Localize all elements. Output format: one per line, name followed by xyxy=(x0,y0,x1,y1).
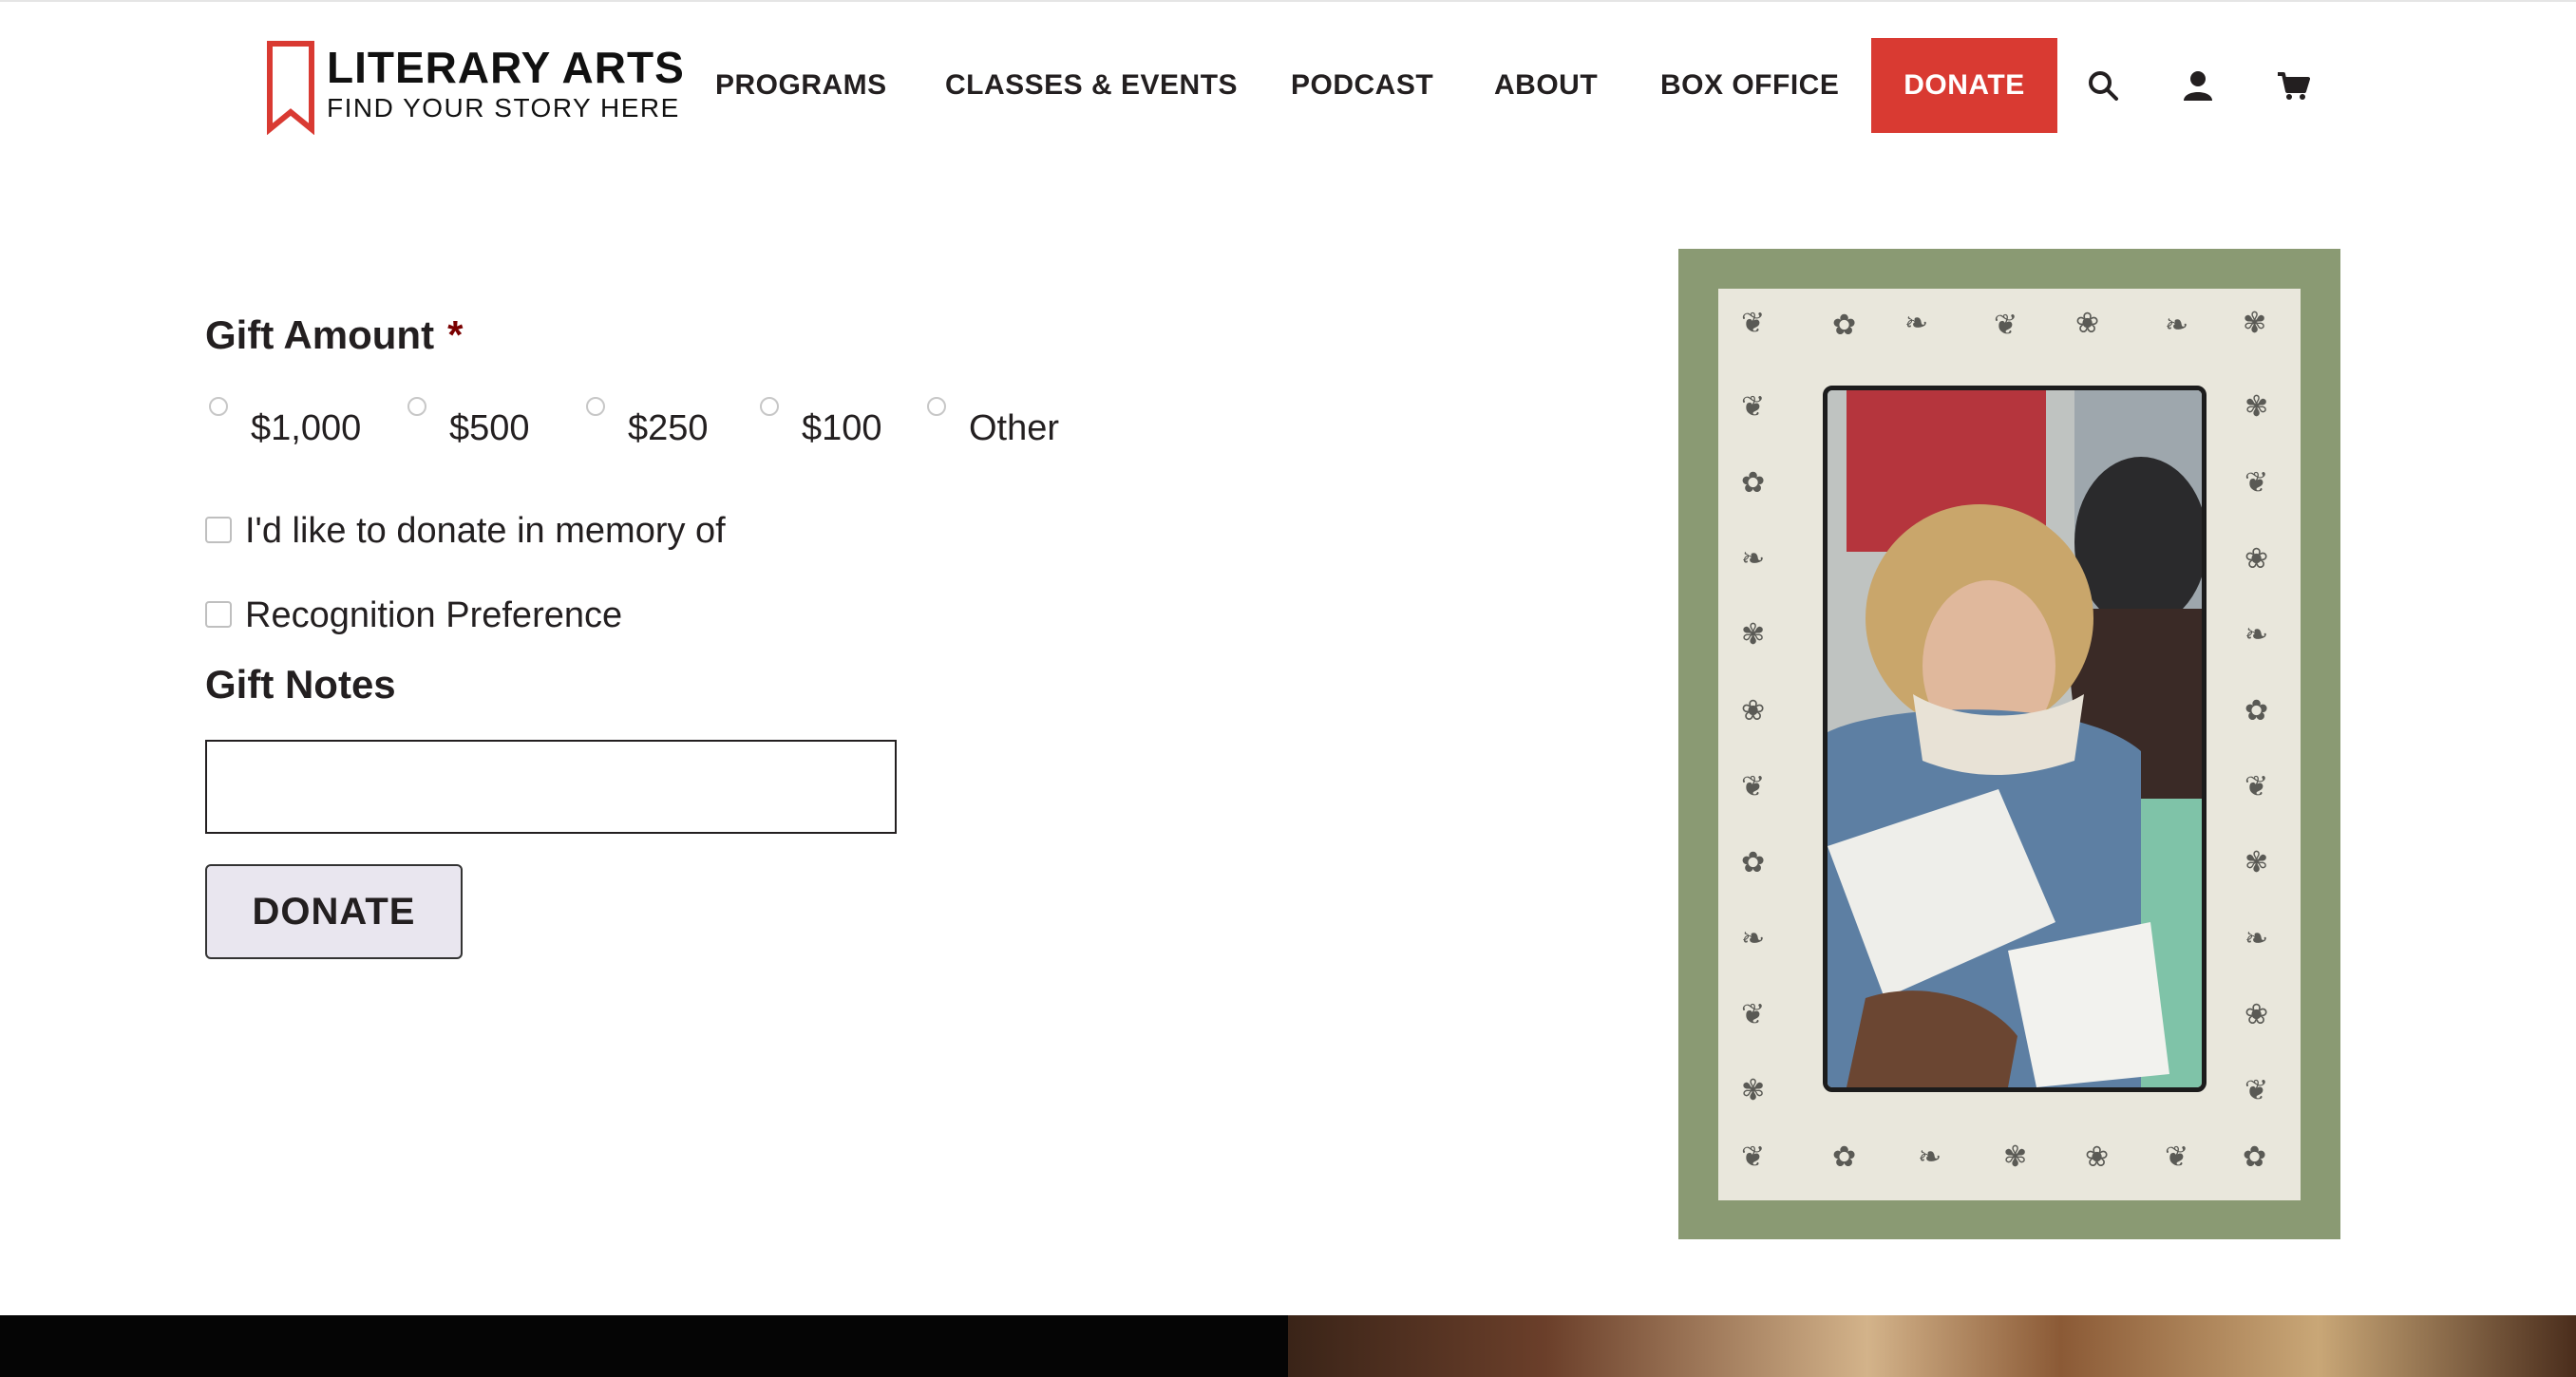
radio-button[interactable] xyxy=(927,397,946,416)
nav-podcast[interactable]: PODCAST xyxy=(1291,68,1433,103)
leaf-icon: ✾ xyxy=(1741,618,1766,651)
radio-button[interactable] xyxy=(209,397,228,416)
leaf-icon: ❦ xyxy=(1994,309,2018,342)
amount-option-label: $500 xyxy=(449,408,530,448)
leaf-icon: ✿ xyxy=(1741,846,1766,879)
leaf-icon: ✾ xyxy=(2243,307,2267,340)
leaf-icon: ❀ xyxy=(1741,694,1766,727)
logo-tagline: FIND YOUR STORY HERE xyxy=(327,93,680,123)
donate-submit-button[interactable]: DONATE xyxy=(205,864,463,959)
leaf-icon: ❦ xyxy=(2245,466,2269,500)
account-icon[interactable] xyxy=(2181,68,2215,103)
leaf-icon: ❀ xyxy=(2245,998,2269,1031)
leaf-icon: ❦ xyxy=(1741,390,1766,424)
radio-button[interactable] xyxy=(407,397,426,416)
leaf-icon: ❧ xyxy=(1918,1141,1942,1174)
memory-checkbox-label: I'd like to donate in memory of xyxy=(245,511,726,551)
radio-button[interactable] xyxy=(760,397,779,416)
leaf-icon: ❧ xyxy=(2165,309,2189,342)
footer-image-right xyxy=(1288,1315,2576,1377)
botanical-border: ❦ ✿ ❧ ❦ ❀ ❧ ✾ ❦ ✿ ❧ ✾ ❀ ❦ ✿ ❧ ❦ ✾ ✾ ❦ ❀ … xyxy=(1718,289,2301,1200)
leaf-icon: ❀ xyxy=(2085,1141,2110,1174)
leaf-icon: ❧ xyxy=(1741,542,1766,575)
bookmark-icon xyxy=(267,41,314,135)
gift-amount-label: Gift Amount * xyxy=(205,315,463,355)
leaf-icon: ❀ xyxy=(2245,542,2269,575)
logo-title: LITERARY ARTS xyxy=(327,43,685,92)
recognition-checkbox-label: Recognition Preference xyxy=(245,595,623,635)
nav-programs[interactable]: PROGRAMS xyxy=(715,68,887,103)
nav-about[interactable]: ABOUT xyxy=(1494,68,1598,103)
leaf-icon: ✾ xyxy=(1741,1074,1766,1107)
leaf-icon: ❦ xyxy=(1741,1141,1766,1174)
leaf-icon: ✿ xyxy=(1832,1141,1857,1174)
leaf-icon: ✿ xyxy=(1832,309,1857,342)
leaf-icon: ❦ xyxy=(2165,1141,2189,1174)
amount-option-label: $100 xyxy=(802,408,882,448)
framed-photo: ❦ ✿ ❧ ❦ ❀ ❧ ✾ ❦ ✿ ❧ ✾ ❀ ❦ ✿ ❧ ❦ ✾ ✾ ❦ ❀ … xyxy=(1678,249,2340,1239)
leaf-icon: ✾ xyxy=(2003,1141,2028,1174)
leaf-icon: ❧ xyxy=(1741,922,1766,955)
required-marker: * xyxy=(447,312,464,357)
leaf-icon: ❧ xyxy=(2245,618,2269,651)
site-logo[interactable]: LITERARY ARTS FIND YOUR STORY HERE xyxy=(266,38,684,137)
amount-option-label: $1,000 xyxy=(251,408,362,448)
leaf-icon: ❦ xyxy=(1741,998,1766,1031)
gift-notes-label: Gift Notes xyxy=(205,662,396,707)
search-icon[interactable] xyxy=(2086,68,2120,103)
footer-image-left xyxy=(0,1315,1288,1377)
nav-donate-button[interactable]: DONATE xyxy=(1871,38,2057,133)
leaf-icon: ❧ xyxy=(1904,307,1929,340)
gift-amount-label-text: Gift Amount xyxy=(205,312,435,357)
radio-button[interactable] xyxy=(586,397,605,416)
recognition-checkbox[interactable] xyxy=(205,601,232,628)
amount-option-label: Other xyxy=(969,408,1060,448)
leaf-icon: ✾ xyxy=(2245,390,2269,424)
leaf-icon: ✿ xyxy=(2243,1141,2267,1174)
leaf-icon: ❧ xyxy=(2245,922,2269,955)
nav-classes-events[interactable]: CLASSES & EVENTS xyxy=(945,68,1238,103)
gift-notes-input[interactable] xyxy=(205,740,897,834)
leaf-icon: ❦ xyxy=(1741,770,1766,803)
site-header: LITERARY ARTS FIND YOUR STORY HERE PROGR… xyxy=(0,0,2576,161)
leaf-icon: ✿ xyxy=(2245,694,2269,727)
amount-option-label: $250 xyxy=(628,408,709,448)
leaf-icon: ❦ xyxy=(1741,307,1766,340)
photo-icon xyxy=(1823,386,2207,1092)
leaf-icon: ❦ xyxy=(2245,770,2269,803)
leaf-icon: ❀ xyxy=(2075,307,2100,340)
leaf-icon: ❦ xyxy=(2245,1074,2269,1107)
nav-box-office[interactable]: BOX OFFICE xyxy=(1660,68,1839,103)
cart-icon[interactable] xyxy=(2276,68,2310,103)
memory-checkbox[interactable] xyxy=(205,517,232,543)
leaf-icon: ✿ xyxy=(1741,466,1766,500)
photo-illustration xyxy=(1828,390,2202,1087)
leaf-icon: ✾ xyxy=(2245,846,2269,879)
